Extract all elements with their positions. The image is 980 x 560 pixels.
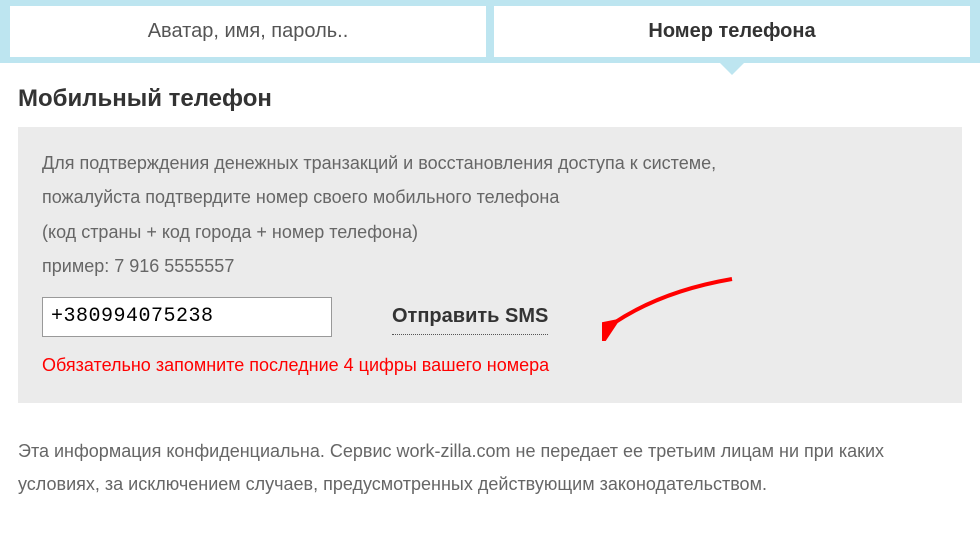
tab-avatar[interactable]: Аватар, имя, пароль.. xyxy=(10,6,486,63)
content-area: Мобильный телефон Для подтверждения дене… xyxy=(0,63,980,413)
phone-input[interactable] xyxy=(42,297,332,337)
info-text-4: пример: 7 916 5555557 xyxy=(42,250,938,282)
warning-text: Обязательно запомните последние 4 цифры … xyxy=(42,349,938,381)
info-text-1: Для подтверждения денежных транзакций и … xyxy=(42,147,938,179)
info-text-2: пожалуйста подтвердите номер своего моби… xyxy=(42,181,938,213)
privacy-footer: Эта информация конфиденциальна. Сервис w… xyxy=(0,413,980,524)
tabs-bar: Аватар, имя, пароль.. Номер телефона xyxy=(0,0,980,63)
section-title: Мобильный телефон xyxy=(18,85,962,113)
form-row: Отправить SMS xyxy=(42,297,938,337)
tab-phone[interactable]: Номер телефона xyxy=(494,6,970,63)
phone-confirmation-box: Для подтверждения денежных транзакций и … xyxy=(18,127,962,403)
send-sms-link[interactable]: Отправить SMS xyxy=(392,298,548,335)
info-text-3: (код страны + код города + номер телефон… xyxy=(42,216,938,248)
